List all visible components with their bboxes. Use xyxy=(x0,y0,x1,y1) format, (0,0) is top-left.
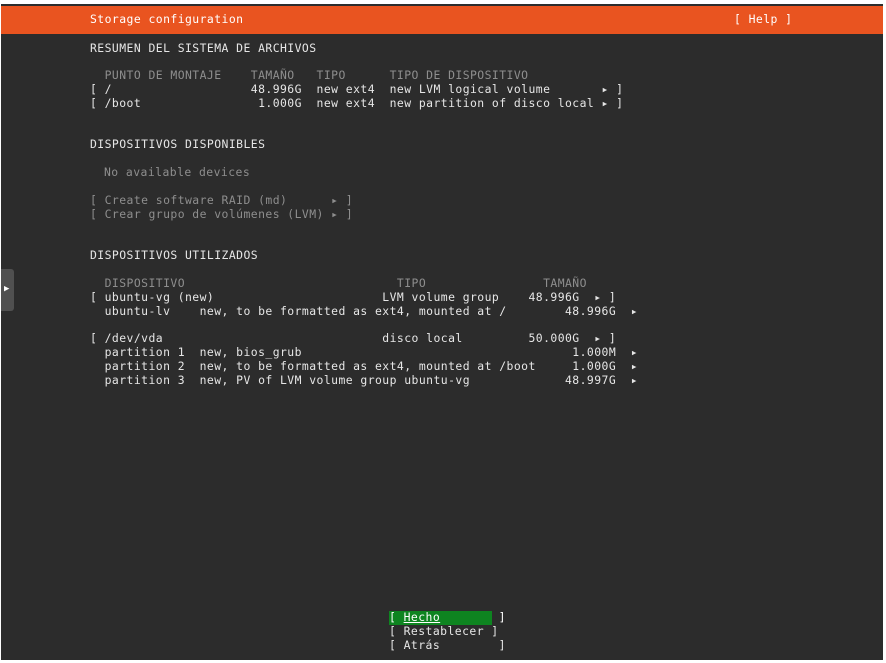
filesystem-summary-columns: PUNTO DE MONTAJE TAMAÑO TIPO TIPO DE DIS… xyxy=(90,68,529,82)
installer-screen: Storage configuration [ Help ] ▶ RESUMEN… xyxy=(1,4,883,660)
filesystem-row[interactable]: [ / 48.996G new ext4 new LVM logical vol… xyxy=(90,82,623,97)
partition-row-2[interactable]: partition 2 new, to be formatted as ext4… xyxy=(90,359,638,374)
device-row-dev-vda[interactable]: [ /dev/vda disco local 50.000G ▸ ] xyxy=(90,331,616,346)
partition-row-1[interactable]: partition 1 new, bios_grub 1.000M ▸ xyxy=(90,345,638,360)
done-button[interactable]: [ Hecho ] xyxy=(389,610,506,625)
done-open: [ xyxy=(389,610,404,624)
create-volume-group-button: [ Crear grupo de volúmenes (LVM) ▸ ] xyxy=(90,207,354,221)
done-close: ] xyxy=(440,610,506,624)
used-devices-columns: DISPOSITIVO TIPO TAMAÑO xyxy=(90,276,587,290)
device-row-ubuntu-vg[interactable]: [ ubuntu-vg (new) LVM volume group 48.99… xyxy=(90,290,616,305)
no-devices-text: No available devices xyxy=(104,165,251,179)
reset-button[interactable]: [ Restablecer ] xyxy=(389,624,499,639)
page-title: Storage configuration xyxy=(90,12,244,26)
back-button[interactable]: [ Atrás ] xyxy=(389,638,506,653)
available-devices-heading: DISPOSITIVOS DISPONIBLES xyxy=(90,137,266,151)
create-raid-button: [ Create software RAID (md) ▸ ] xyxy=(90,193,354,207)
header-bar: Storage configuration [ Help ] xyxy=(1,6,883,34)
done-label: Hecho xyxy=(403,610,441,624)
triangle-right-icon: ▶ xyxy=(4,284,10,294)
filesystem-row[interactable]: [ /boot 1.000G new ext4 new partition of… xyxy=(90,96,623,111)
device-row-ubuntu-lv[interactable]: ubuntu-lv new, to be formatted as ext4, … xyxy=(90,304,638,319)
partition-row-3[interactable]: partition 3 new, PV of LVM volume group … xyxy=(90,373,638,388)
side-tab-toggle[interactable]: ▶ xyxy=(1,269,14,311)
filesystem-summary-heading: RESUMEN DEL SISTEMA DE ARCHIVOS xyxy=(90,41,317,55)
help-button[interactable]: [ Help ] xyxy=(734,12,792,27)
used-devices-heading: DISPOSITIVOS UTILIZADOS xyxy=(90,248,259,262)
